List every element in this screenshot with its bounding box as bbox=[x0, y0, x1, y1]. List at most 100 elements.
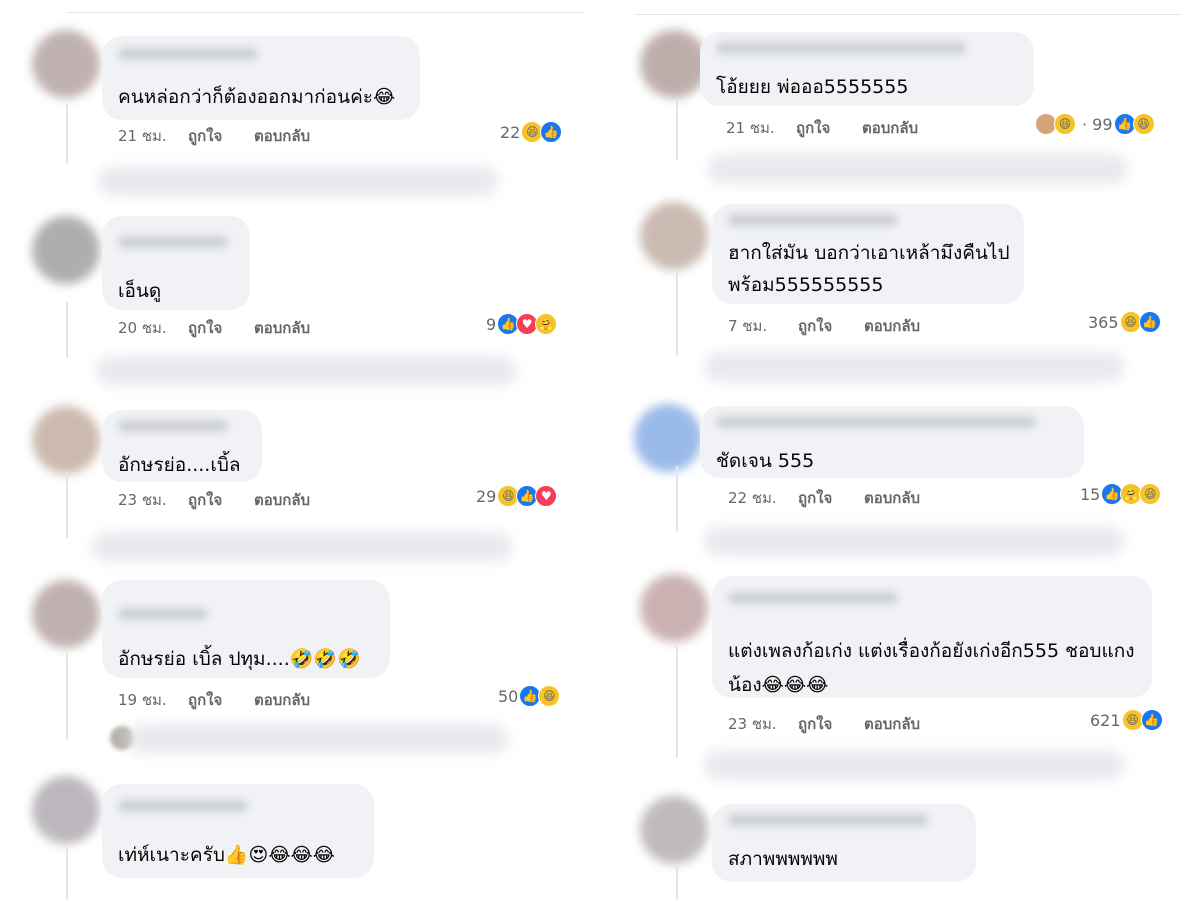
like-button[interactable]: ถูกใจ bbox=[188, 316, 254, 340]
comment: เท่ห์เนาะครับ👍😍😂😂😂 bbox=[0, 768, 600, 900]
avatar[interactable] bbox=[634, 404, 702, 472]
commenter-name[interactable] bbox=[118, 420, 228, 432]
reaction-summary[interactable]: 29 😆 👍 ♥ bbox=[476, 485, 558, 507]
avatar[interactable] bbox=[32, 580, 100, 648]
like-button[interactable]: ถูกใจ bbox=[798, 314, 864, 338]
thread-line bbox=[66, 472, 68, 538]
avatar[interactable] bbox=[32, 406, 100, 474]
reply-button[interactable]: ตอบกลับ bbox=[864, 712, 920, 736]
timestamp[interactable]: 23 ชม. bbox=[118, 488, 188, 512]
thread-line bbox=[66, 104, 68, 164]
like-button[interactable]: ถูกใจ bbox=[796, 116, 862, 140]
hidden-reply[interactable] bbox=[92, 532, 512, 562]
reply-button[interactable]: ตอบกลับ bbox=[254, 316, 310, 340]
timestamp[interactable]: 21 ชม. bbox=[726, 116, 796, 140]
reaction-summary[interactable]: 9 👍 ♥ 🤗 bbox=[486, 313, 558, 335]
comment: โอ้ยยย พ่อออ5555555 21 ชม. ถูกใจ ตอบกลับ… bbox=[600, 24, 1200, 194]
comment-text: โอ้ยยย พ่อออ5555555 bbox=[716, 76, 909, 98]
reply-button[interactable]: ตอบกลับ bbox=[864, 486, 920, 510]
comment: แต่งเพลงก้อเก่ง แต่งเรื่องก้อยังเก่งอีก5… bbox=[600, 570, 1200, 780]
commenter-name[interactable] bbox=[118, 608, 208, 620]
commenter-name[interactable] bbox=[728, 214, 898, 226]
avatar[interactable] bbox=[640, 202, 708, 270]
comment-meta: 22 ชม. ถูกใจ ตอบกลับ bbox=[728, 486, 920, 510]
like-button[interactable]: ถูกใจ bbox=[798, 486, 864, 510]
comment-text: ฮากใส่มัน บอกว่าเอาเหล้ามึงคืนไป bbox=[728, 242, 1010, 264]
commenter-name[interactable] bbox=[118, 800, 248, 812]
reaction-count: 15 bbox=[1080, 484, 1101, 504]
timestamp[interactable]: 21 ชม. bbox=[118, 124, 188, 148]
hidden-reply[interactable] bbox=[98, 166, 498, 196]
haha-icon: 😆 bbox=[1132, 113, 1155, 135]
reply-button[interactable]: ตอบกลับ bbox=[254, 124, 310, 148]
commenter-name[interactable] bbox=[728, 592, 898, 604]
reaction-summary[interactable]: 22 😆 👍 bbox=[500, 121, 563, 143]
comment-meta: 23 ชม. ถูกใจ ตอบกลับ bbox=[728, 712, 920, 736]
comment-bubble: เอ็นดู bbox=[102, 216, 250, 310]
avatar[interactable] bbox=[640, 574, 708, 642]
avatar[interactable] bbox=[32, 216, 100, 284]
timestamp[interactable]: 22 ชม. bbox=[728, 486, 798, 510]
thread-line bbox=[676, 466, 678, 532]
comment-text: ชัดเจน 555 bbox=[716, 450, 815, 472]
care-icon: 🤗 bbox=[535, 313, 558, 335]
reaction-summary[interactable]: 50 👍 😆 bbox=[498, 685, 561, 707]
timestamp[interactable]: 7 ชม. bbox=[728, 314, 798, 338]
avatar[interactable] bbox=[32, 30, 100, 98]
comment-text: เอ็นดู bbox=[118, 280, 162, 302]
avatar[interactable] bbox=[32, 776, 100, 844]
hidden-reply[interactable] bbox=[96, 356, 516, 386]
reaction-summary[interactable]: 15 👍 🤗 😆 bbox=[1080, 483, 1162, 505]
reaction-count: 50 bbox=[498, 686, 519, 706]
hidden-reply[interactable] bbox=[704, 352, 1124, 382]
reaction-summary[interactable]: 😆 · 99 👍 😆 bbox=[1035, 113, 1155, 135]
hidden-reply[interactable] bbox=[708, 154, 1128, 184]
haha-icon: 😆 bbox=[1139, 483, 1162, 505]
reaction-count: 365 bbox=[1088, 312, 1119, 332]
thread-line bbox=[676, 866, 678, 900]
like-button[interactable]: ถูกใจ bbox=[798, 712, 864, 736]
timestamp[interactable]: 19 ชม. bbox=[118, 688, 188, 712]
reaction-summary[interactable]: 621 😆 👍 bbox=[1090, 709, 1163, 731]
comment-bubble: ฮากใส่มัน บอกว่าเอาเหล้ามึงคืนไป พร้อม55… bbox=[712, 204, 1024, 304]
comment-meta: 21 ชม. ถูกใจ ตอบกลับ bbox=[118, 124, 310, 148]
reply-button[interactable]: ตอบกลับ bbox=[864, 314, 920, 338]
commenter-name[interactable] bbox=[716, 416, 1036, 428]
thread-line bbox=[676, 646, 678, 758]
hidden-reply[interactable] bbox=[128, 724, 508, 754]
like-button[interactable]: ถูกใจ bbox=[188, 688, 254, 712]
like-icon: 👍 bbox=[540, 121, 563, 143]
reaction-summary[interactable]: 365 😆 👍 bbox=[1088, 311, 1161, 333]
commenter-name[interactable] bbox=[716, 42, 966, 54]
reaction-count: 29 bbox=[476, 486, 497, 506]
thread-line bbox=[676, 100, 678, 160]
comment-bubble: ชัดเจน 555 bbox=[700, 406, 1084, 478]
timestamp[interactable]: 23 ชม. bbox=[728, 712, 798, 736]
comment-bubble: อักษรย่อ....เบิ้ล bbox=[102, 410, 262, 482]
commenter-name[interactable] bbox=[118, 236, 228, 248]
comment-meta: 19 ชม. ถูกใจ ตอบกลับ bbox=[118, 688, 310, 712]
thread-line bbox=[66, 846, 68, 900]
reaction-count: · 99 bbox=[1082, 114, 1113, 134]
like-icon: 👍 bbox=[1138, 311, 1161, 333]
avatar[interactable] bbox=[640, 796, 708, 864]
comment: เอ็นดู 20 ชม. ถูกใจ ตอบกลับ 9 👍 ♥ 🤗 bbox=[0, 212, 600, 392]
comment-bubble: เท่ห์เนาะครับ👍😍😂😂😂 bbox=[102, 784, 374, 878]
reply-button[interactable]: ตอบกลับ bbox=[862, 116, 918, 140]
commenter-name[interactable] bbox=[728, 814, 928, 826]
like-button[interactable]: ถูกใจ bbox=[188, 124, 254, 148]
like-button[interactable]: ถูกใจ bbox=[188, 488, 254, 512]
right-comment-column: โอ้ยยย พ่อออ5555555 21 ชม. ถูกใจ ตอบกลับ… bbox=[600, 0, 1200, 900]
commenter-name[interactable] bbox=[118, 48, 258, 60]
reply-button[interactable]: ตอบกลับ bbox=[254, 688, 310, 712]
hidden-reply[interactable] bbox=[704, 750, 1124, 780]
avatar[interactable] bbox=[640, 30, 708, 98]
hidden-reply[interactable] bbox=[704, 526, 1124, 556]
comment: สภาพพพพพพ bbox=[600, 790, 1200, 900]
comment-meta: 23 ชม. ถูกใจ ตอบกลับ bbox=[118, 488, 310, 512]
thread-line bbox=[66, 654, 68, 740]
reply-button[interactable]: ตอบกลับ bbox=[254, 488, 310, 512]
comment-text: สภาพพพพพพ bbox=[728, 848, 838, 870]
comment-bubble: สภาพพพพพพ bbox=[712, 804, 976, 882]
timestamp[interactable]: 20 ชม. bbox=[118, 316, 188, 340]
